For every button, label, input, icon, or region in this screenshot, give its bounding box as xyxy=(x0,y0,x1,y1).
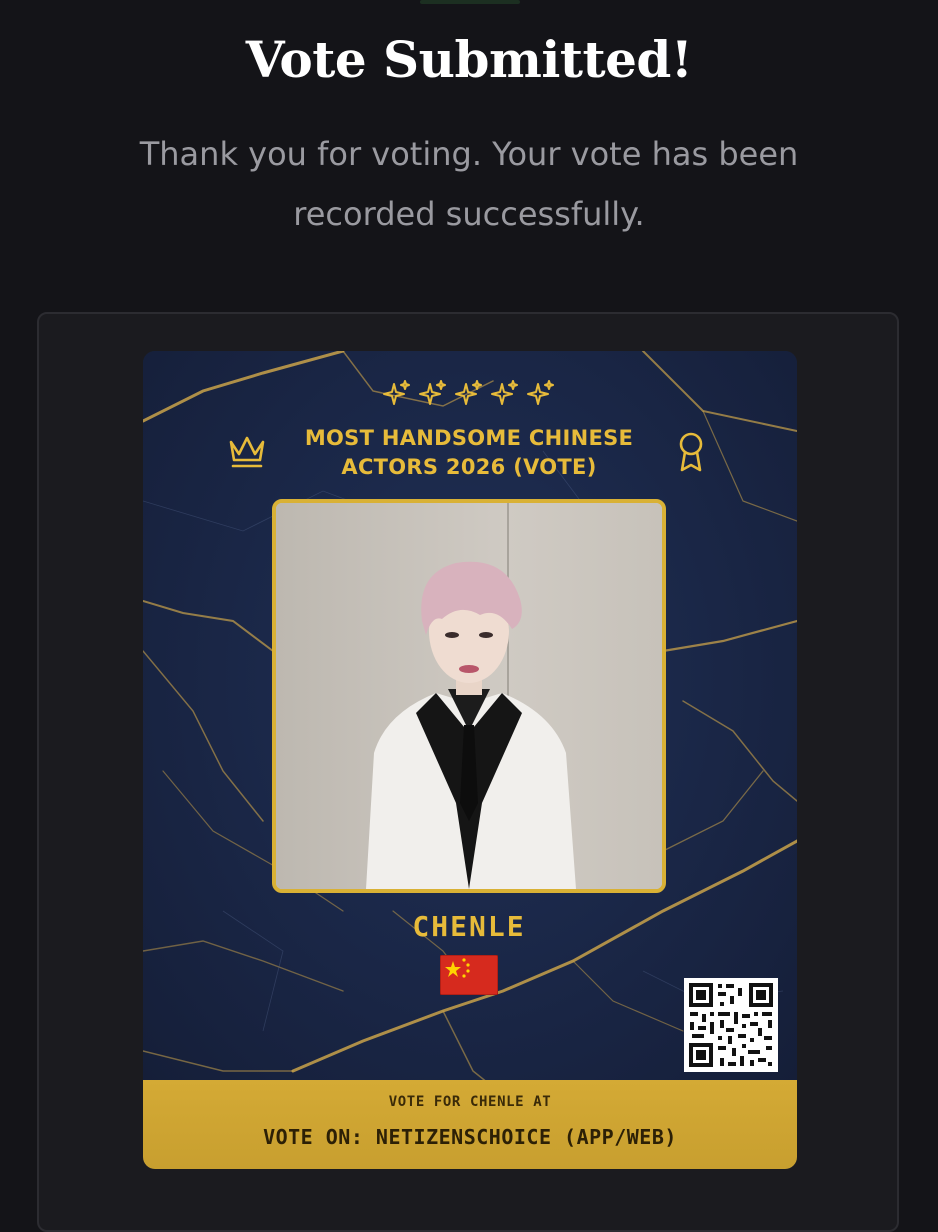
sparkle-icon xyxy=(419,380,446,405)
footer-vote-link[interactable]: VOTE ON: NETIZENSCHOICE (APP/WEB) xyxy=(143,1125,797,1149)
china-flag-icon xyxy=(440,955,498,995)
nominee-name: CHENLE xyxy=(412,910,526,943)
vote-footer-banner: VOTE FOR CHENLE AT VOTE ON: NETIZENSCHOI… xyxy=(143,1080,797,1169)
award-title: MOST HANDSOME CHINESE ACTORS 2026 (VOTE) xyxy=(304,426,634,479)
sparkle-icon xyxy=(455,380,482,405)
sparkle-icon xyxy=(527,380,554,405)
top-indicator xyxy=(420,0,520,4)
sparkle-icon xyxy=(491,380,518,405)
crown-icon xyxy=(229,436,265,468)
footer-caption: VOTE FOR CHENLE AT xyxy=(388,1094,552,1110)
qr-code[interactable] xyxy=(684,978,778,1072)
page-title: Vote Submitted! xyxy=(245,30,693,89)
sparkle-row xyxy=(0,378,938,408)
confirmation-message: Thank you for voting. Your vote has been… xyxy=(139,135,799,233)
sparkle-icon xyxy=(383,380,410,405)
nominee-photo xyxy=(272,499,666,893)
award-ribbon-icon xyxy=(679,432,703,472)
